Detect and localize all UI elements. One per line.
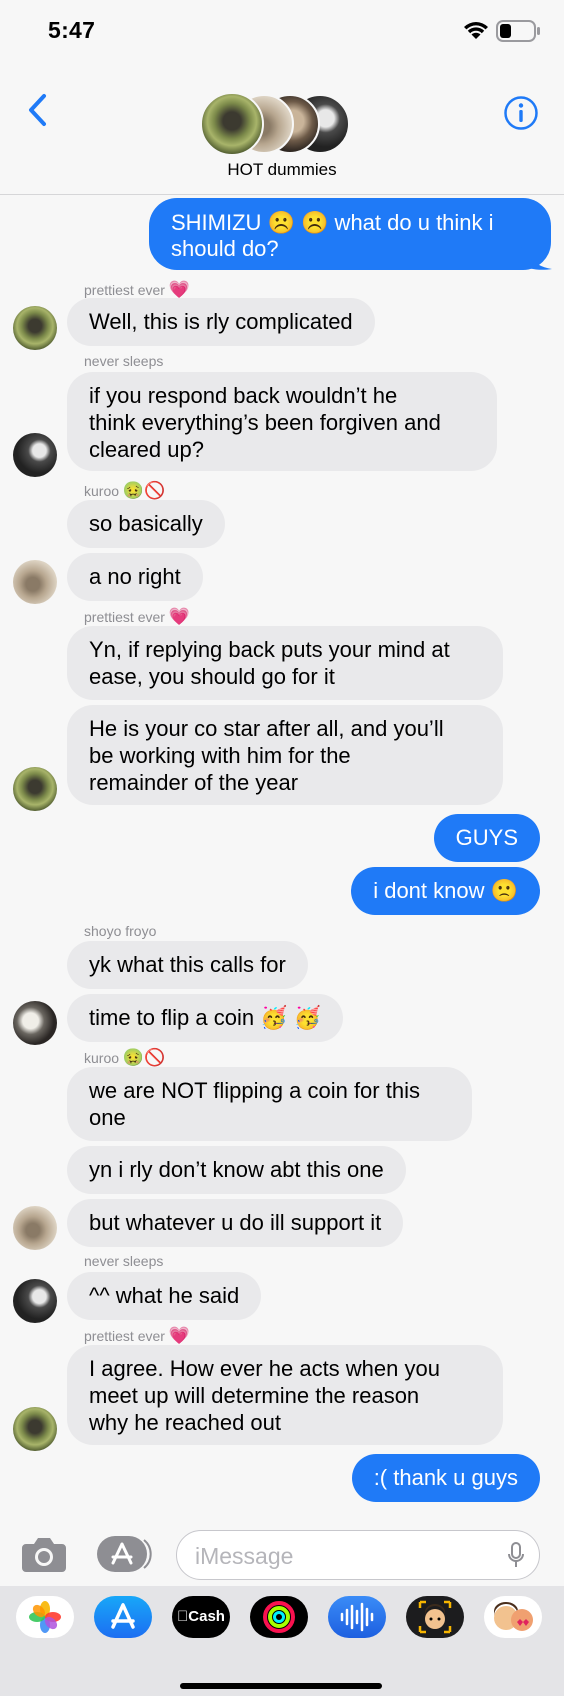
message-text: time to flip a coin 🥳 🥳 [89,1005,322,1030]
incoming-message[interactable]: Well, this is rly complicated [67,298,375,346]
message-text: I agree. How ever he acts when you [89,1356,440,1381]
incoming-message[interactable]: a no right [67,553,203,601]
microphone-icon[interactable] [507,1542,525,1570]
status-bar: 5:47 [0,0,564,60]
incoming-message[interactable]: yn i rly don’t know abt this one [67,1146,406,1194]
outgoing-message[interactable]: i dont know 🙁 [351,867,540,915]
incoming-message[interactable]: I agree. How ever he acts when you meet … [67,1345,503,1445]
compose-bar: iMessage [0,1520,564,1586]
app-drawer: Cash [0,1586,564,1696]
incoming-message[interactable]: so basically [67,500,225,548]
wifi-icon [464,22,488,39]
contact-avatar[interactable] [13,1279,57,1323]
battery-icon [496,20,541,42]
outgoing-message[interactable]: GUYS [433,814,540,862]
memoji-icon[interactable] [406,1596,464,1638]
message-text: ease, you should go for it [89,664,335,689]
apple-cash-icon[interactable]: Cash [172,1596,230,1638]
message-list[interactable]: SHIMIZU ☹️ ☹️ what do u think i should d… [0,195,564,1520]
heart-icon: 💗 [168,280,190,299]
incoming-message[interactable]: time to flip a coin 🥳 🥳 [67,994,344,1042]
contact-avatar[interactable] [13,560,57,604]
incoming-message[interactable]: yk what this calls for [67,941,308,989]
contact-avatar[interactable] [13,433,57,477]
incoming-message[interactable]: we are NOT flipping a coin for this one [67,1067,472,1141]
sender-name: never sleeps [84,353,164,369]
contact-avatar[interactable] [13,1407,57,1451]
contact-avatar[interactable] [13,1206,57,1250]
apple-icon:  [177,1608,188,1625]
sender-name: prettiest ever 💗 [84,607,190,626]
message-text: cleared up? [89,437,204,462]
message-text: we are NOT flipping a coin for this [89,1078,420,1103]
message-text: yk what this calls for [89,952,286,977]
message-text: should do? [171,236,279,261]
audio-message-icon[interactable] [328,1596,386,1638]
incoming-message[interactable]: if you respond back wouldn’t he think ev… [67,372,497,471]
group-avatar-stack[interactable] [200,92,350,158]
incoming-message[interactable]: but whatever u do ill support it [67,1199,404,1247]
chevron-left-icon[interactable] [22,90,52,130]
message-text: a no right [89,564,181,589]
heart-icon: 💗 [168,607,190,626]
photos-icon[interactable] [16,1596,74,1638]
bubble-tail [520,245,552,270]
message-text: i dont know 🙁 [373,878,518,903]
message-text: :( thank u guys [373,1465,518,1490]
message-text: why he reached out [89,1410,282,1435]
message-text: yn i rly don’t know abt this one [89,1157,384,1182]
home-indicator[interactable] [180,1683,382,1689]
message-input-placeholder: iMessage [195,1543,294,1569]
incoming-message[interactable]: He is your co star after all, and you’ll… [67,705,503,805]
status-time: 5:47 [48,17,96,43]
app-store-toggle-button[interactable] [96,1534,152,1574]
message-text: so basically [89,511,203,536]
incoming-message[interactable]: ^^ what he said [67,1272,262,1320]
sender-name: prettiest ever 💗 [84,280,190,299]
group-name[interactable]: HOT dummies [0,160,564,180]
message-text: Well, this is rly complicated [89,309,353,334]
message-text: ^^ what he said [89,1283,240,1308]
message-text: meet up will determine the reason [89,1383,420,1408]
contact-avatar[interactable] [13,306,57,350]
message-text: but whatever u do ill support it [89,1210,382,1235]
memoji-stickers-icon[interactable] [484,1596,542,1638]
sender-name: kuroo 🤢🚫 [84,1048,166,1067]
app-store-icon[interactable] [94,1596,152,1638]
camera-icon[interactable] [20,1534,68,1574]
sender-name: never sleeps [84,1253,164,1269]
incoming-message[interactable]: Yn, if replying back puts your mind at e… [67,626,503,700]
info-icon[interactable] [503,95,539,131]
messages-screen: 5:47 HOT dummies SHIMIZU ☹️ ☹️ what do u… [0,0,564,1696]
message-text: remainder of the year [89,770,299,795]
group-avatar-main [200,92,264,156]
nauseated-face-icon: 🤢🚫 [122,1048,166,1067]
message-text: think everything’s been forgiven and [89,410,441,435]
conversation-header: HOT dummies [0,60,564,195]
contact-avatar[interactable] [13,1001,57,1045]
heart-icon: 💗 [168,1326,190,1345]
sender-name: shoyo froyo [84,923,157,939]
sender-name: prettiest ever 💗 [84,1326,190,1345]
contact-avatar[interactable] [13,767,57,811]
outgoing-message[interactable]: SHIMIZU ☹️ ☹️ what do u think i should d… [149,198,551,270]
sender-name: kuroo 🤢🚫 [84,481,166,500]
message-text: one [89,1105,126,1130]
message-text: be working with him for the [89,743,351,768]
message-text: SHIMIZU ☹️ ☹️ what do u think i [171,210,494,235]
activity-icon[interactable] [250,1596,308,1638]
nauseated-face-icon: 🤢🚫 [122,481,166,500]
message-text: if you respond back wouldn’t he [89,383,398,408]
message-input[interactable]: iMessage [176,1530,540,1580]
outgoing-message[interactable]: :( thank u guys [351,1454,540,1502]
message-text: Yn, if replying back puts your mind at [89,637,450,662]
message-text: He is your co star after all, and you’ll [89,716,444,741]
apple-cash-label: Cash [182,1608,225,1625]
message-text: GUYS [455,825,518,850]
